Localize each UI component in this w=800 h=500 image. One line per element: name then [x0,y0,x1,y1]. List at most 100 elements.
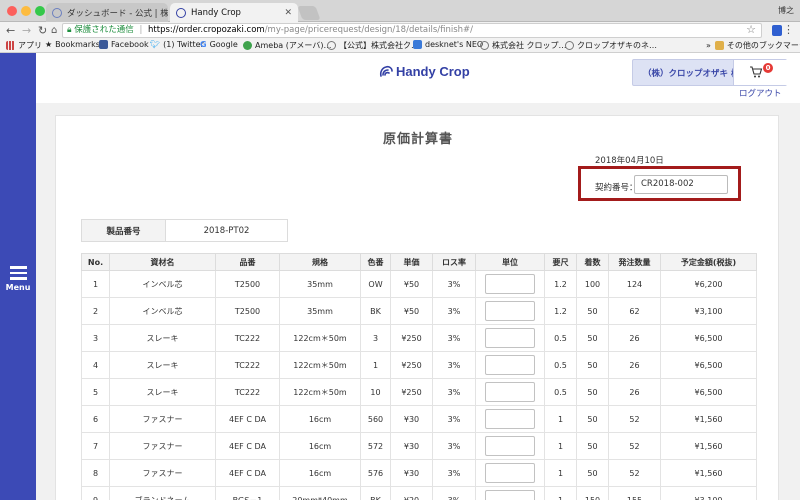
cost-sheet-card: 原価計算書 2018年04月10日 契約番号： CR2018-002 製品番号 … [55,115,779,500]
unit-input[interactable] [485,382,535,402]
profile-name[interactable]: 博之 [778,5,794,16]
ameba-icon [243,41,252,50]
logo[interactable]: Handy Crop [378,63,470,79]
unit-input[interactable] [485,274,535,294]
table-header-row: No. 資材名 品番 規格 色番 単価 ロス率 単位 要尺 着数 発注数量 予定金額(税抜) [81,253,757,271]
cell-material-name: ファスナー [109,405,216,433]
cell-color-number: OW [360,270,391,298]
cell-required-length: 0.5 [544,351,577,379]
cell-part-number: TC222 [215,351,280,379]
bookmark-label: desknet's NEO [425,40,484,49]
window-zoom-button[interactable] [35,6,45,16]
address-bar[interactable]: 🔒︎ 保護された通信 | https://order.cropozaki.com… [62,23,762,38]
bookmark-crop-official[interactable]: 【公式】株式会社ク… [327,40,419,51]
bookmark-label: クロップオザキのネ… [577,41,657,50]
user-name[interactable]: （株）クロップオザキ 様 [643,67,739,79]
cell-color-number: 10 [360,378,391,406]
logout-link[interactable]: ログアウト [739,87,782,99]
cell-no: 1 [81,270,110,298]
cell-part-number: TC222 [215,378,280,406]
browser-menu-icon[interactable]: ⋮ [783,23,794,36]
bookmark-label: Ameba (アメーバ)… [255,41,332,50]
cell-quantity: 150 [576,486,609,500]
tab-title: ダッシュボード - 公式 | 株式会社 [67,8,168,19]
cell-material-name: スレーキ [109,324,216,352]
bookmark-ameba[interactable]: Ameba (アメーバ)… [243,40,331,51]
menu-button[interactable]: Menu [0,263,36,292]
cell-no: 7 [81,432,110,460]
cell-material-name: ファスナー [109,459,216,487]
desknets-icon [413,40,422,49]
globe-icon [565,41,574,50]
cell-part-number: TC222 [215,324,280,352]
bookmark-twitter[interactable]: 🐦︎ (1) Twitter [150,40,204,49]
bookmark-label: 株式会社 クロップ… [492,41,567,50]
cell-material-name: ブランドネーム [109,486,216,500]
unit-input[interactable] [485,409,535,429]
tab-close-icon[interactable]: ✕ [278,8,292,18]
cell-order-quantity: 52 [608,432,661,460]
url-path: /my-page/pricerequest/design/18/details/… [264,25,474,35]
unit-input[interactable] [485,355,535,375]
cell-part-number: T2500 [215,270,280,298]
cell-quantity: 50 [576,324,609,352]
cell-required-length: 1 [544,459,577,487]
cart-button[interactable]: 0 [733,60,787,85]
reload-icon[interactable]: ↻ [38,24,47,37]
cell-required-length: 0.5 [544,378,577,406]
extension-icon[interactable] [772,25,782,36]
bookmark-facebook[interactable]: Facebook [99,40,149,49]
unit-input[interactable] [485,328,535,348]
bookmark-crop-company[interactable]: 株式会社 クロップ… [480,40,567,51]
cell-quantity: 50 [576,459,609,487]
browser-tab-handy-crop[interactable]: Handy Crop ✕ [170,3,298,22]
bookmark-apps[interactable]: アプリ [6,40,42,51]
cell-estimated-amount: ¥3,100 [660,486,757,500]
cell-material-name: インベル芯 [109,270,216,298]
forward-arrow-icon[interactable]: → [22,24,31,37]
table-row: 4 スレーキ TC222 122cm＊50m 1 ¥250 3% 0.5 50 26 ¥6,500 [81,351,757,379]
cell-estimated-amount: ¥1,560 [660,432,757,460]
unit-input[interactable] [485,301,535,321]
contract-number-field[interactable]: CR2018-002 [634,175,728,194]
new-tab-button[interactable] [297,6,321,20]
cell-color-number: 576 [360,459,391,487]
cell-spec: 16cm [279,405,361,433]
cell-spec: 16cm [279,432,361,460]
back-arrow-icon[interactable]: ← [6,24,15,37]
unit-input[interactable] [485,490,535,500]
cell-color-number: 572 [360,432,391,460]
cell-material-name: スレーキ [109,378,216,406]
cell-order-quantity: 52 [608,459,661,487]
other-bookmarks[interactable]: » その他のブックマーク [706,40,800,51]
unit-input[interactable] [485,436,535,456]
bookmark-google[interactable]: G Google [200,40,238,49]
unit-cell [475,324,545,352]
cell-spec: 20mm*40mm [279,486,361,500]
google-icon: G [200,40,207,49]
star-icon: ★ [45,40,53,49]
unit-cell [475,405,545,433]
cell-spec: 16cm [279,459,361,487]
materials-table: No. 資材名 品番 規格 色番 単価 ロス率 単位 要尺 着数 発注数量 予定金額(税抜) 1 インベ… [81,253,757,500]
cell-unit-price: ¥30 [390,432,433,460]
unit-cell [475,297,545,325]
home-icon[interactable]: ⌂ [51,24,57,37]
cart-count-badge: 0 [763,63,773,73]
cell-unit-price: ¥250 [390,378,433,406]
browser-tab-dashboard[interactable]: ダッシュボード - 公式 | 株式会社 ✕ [46,3,168,22]
cell-no: 3 [81,324,110,352]
cell-part-number: 4EF C DA [215,432,280,460]
cell-loss-rate: 3% [432,378,476,406]
unit-cell [475,351,545,379]
bookmark-desknets[interactable]: desknet's NEO [413,40,483,49]
cell-required-length: 0.5 [544,324,577,352]
window-minimize-button[interactable] [21,6,31,16]
unit-input[interactable] [485,463,535,483]
bookmark-bookmarks[interactable]: ★ Bookmarks [45,40,100,49]
column-header-estimated-amount: 予定金額(税抜) [660,253,757,271]
secure-connection-label: 保護された通信 [74,25,134,35]
bookmark-star-icon[interactable]: ☆ [746,23,756,36]
bookmark-crop-net[interactable]: クロップオザキのネ… [565,40,657,51]
window-close-button[interactable] [7,6,17,16]
